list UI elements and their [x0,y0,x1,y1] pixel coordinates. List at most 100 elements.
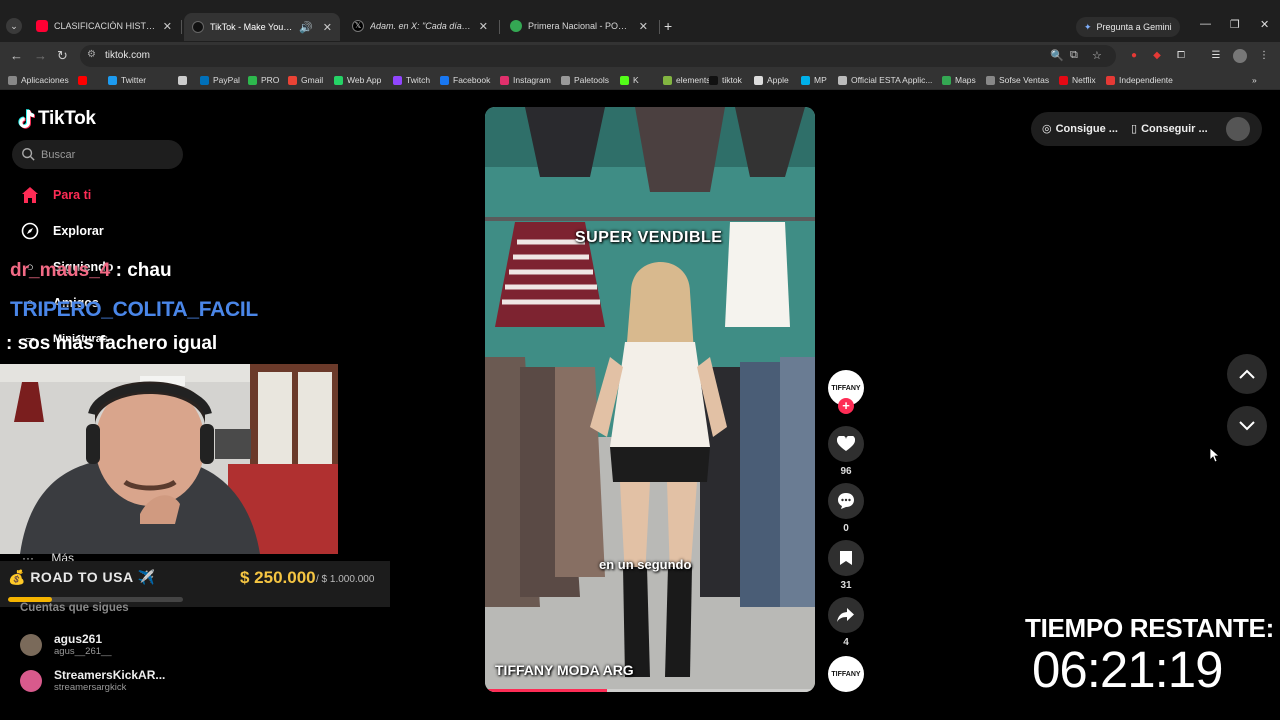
bookmark-item[interactable]: Twitter [108,74,146,86]
tiktok-logo[interactable]: TikTok [17,108,96,130]
bookmark-item[interactable]: Maps [942,74,976,86]
video-author[interactable]: TIFFANY MODA ARG [495,662,634,678]
bookmark-label: Twitch [406,75,431,85]
profile-avatar[interactable] [1233,49,1247,63]
browser-window: ⌄ CLASIFICACIÓN HISTÓRICA A C ✕ TikTok -… [0,0,1280,720]
tab-tiktok[interactable]: TikTok - Make Your Day 🔊 ✕ [184,13,340,41]
nav-label: Explorar [53,224,104,238]
avatar [20,670,42,692]
zoom-icon[interactable]: 🔍 [1050,49,1064,62]
search-box[interactable] [12,140,183,169]
get-coins-button[interactable]: ◎ Consigue ... [1042,122,1118,136]
coin-icon: ◎ [1042,123,1052,135]
save-button[interactable] [828,540,864,576]
bookmark-item[interactable]: Apple [754,74,789,86]
close-tab-icon[interactable]: ✕ [323,21,332,34]
chat-text: : chau [110,260,172,281]
bookmark-label: Aplicaciones [21,75,69,85]
bookmark-item[interactable]: tiktok [709,74,742,86]
address-bar[interactable]: ⚙ tiktok.com 🔍 ⧉ ☆ [80,45,1116,67]
bookmark-item[interactable]: Gmail [288,74,323,86]
bookmark-item[interactable]: Paletools [561,74,609,86]
bookmarks-overflow-icon[interactable]: » [1252,74,1257,86]
tab-search-button[interactable]: ⌄ [6,18,22,34]
close-tab-icon[interactable]: ✕ [479,20,488,33]
speaker-icon[interactable]: 🔊 [299,21,313,34]
gemini-button[interactable]: ✦ Pregunta a Gemini [1076,17,1180,37]
sound-avatar[interactable]: TIFFANY [828,656,864,692]
extensions-puzzle-icon[interactable]: ⧠ [1174,49,1188,63]
site-info-icon[interactable]: ⚙ [87,49,96,60]
forward-button[interactable]: → [34,48,47,63]
avatar [20,634,42,656]
bookmark-item[interactable] [78,74,91,86]
bookmark-item[interactable]: K [620,74,639,86]
bookmark-item[interactable] [178,74,191,86]
bookmark-icon [840,551,852,565]
share-button[interactable] [828,597,864,633]
tab-title: TikTok - Make Your Day [210,22,293,32]
followed-account[interactable]: agus261 agus__261__ [20,630,180,658]
bookmark-icon [1059,75,1068,85]
comment-count: 0 [843,523,849,534]
tab-x[interactable]: 𝕏 Adam. en X: "Cada día se va ne ✕ [344,14,496,38]
tab-title: Primera Nacional - POSICIONES [528,21,633,31]
video-player[interactable]: SUPER VENDIBLE en un segundo TIFFANY MOD… [485,107,815,692]
extension-icon[interactable]: ◆ [1150,49,1164,63]
donation-goal-banner: 💰 ROAD TO USA ✈️ $ 250.000 / $ 1.000.000 [0,561,390,607]
comment-button[interactable] [828,483,864,519]
tiktok-icon [192,21,204,33]
new-tab-button[interactable]: + [664,18,672,34]
bookmark-label: tiktok [722,75,742,85]
close-window-button[interactable]: ✕ [1260,18,1269,31]
like-button[interactable] [828,426,864,462]
tab-media-icon[interactable]: ☰ [1209,49,1223,63]
install-icon[interactable]: ⧉ [1070,49,1078,62]
bookmark-icon [78,75,87,85]
bookmark-item[interactable]: PayPal [200,74,240,86]
bookmark-item[interactable]: elements [663,74,711,86]
bookmark-icon [248,75,257,85]
bookmark-item[interactable]: Sofse Ventas [986,74,1049,86]
close-tab-icon[interactable]: ✕ [163,20,172,33]
next-video-button[interactable] [1227,406,1267,446]
bookmark-icon [942,75,951,85]
previous-video-button[interactable] [1227,354,1267,394]
minimize-button[interactable]: — [1200,18,1211,30]
bookmark-item[interactable]: Web App [334,74,381,86]
bookmark-item[interactable]: PRO [248,74,279,86]
nav-explorar[interactable]: Explorar [20,221,104,241]
bookmark-item[interactable]: Twitch [393,74,430,86]
bookmark-label: Netflix [1072,75,1096,85]
bookmark-item[interactable]: Independiente [1106,74,1173,86]
video-progress-bar[interactable] [485,689,815,692]
restore-button[interactable]: ❐ [1230,18,1240,31]
bookmark-label: Official ESTA Applic... [851,75,933,85]
bookmark-item[interactable]: MP [801,74,827,86]
get-app-button[interactable]: ▯ Conseguir ... [1131,122,1208,136]
reload-button[interactable]: ↻ [57,48,68,64]
bookmark-label: K [633,75,639,85]
user-avatar[interactable] [1226,117,1250,141]
bookmark-item[interactable]: Aplicaciones [8,74,69,86]
avatar-label: TIFFANY [831,670,861,678]
bookmark-label: PRO [261,75,280,85]
bookmark-item[interactable]: Netflix [1059,74,1096,86]
bookmark-item[interactable]: Facebook [440,74,490,86]
follow-plus-icon[interactable]: + [838,398,854,414]
bookmark-item[interactable]: Official ESTA Applic... [838,74,932,86]
nav-para-ti[interactable]: Para ti [20,185,91,205]
back-button[interactable]: ← [10,48,23,63]
bookmark-star-icon[interactable]: ☆ [1092,49,1102,62]
bookmark-item[interactable]: Instagram [500,74,551,86]
extension-icon[interactable]: ● [1127,49,1141,63]
followed-account[interactable]: StreamersKickAR... streamersargkick [20,666,180,694]
tab-clasificacion[interactable]: CLASIFICACIÓN HISTÓRICA A C ✕ [28,14,180,38]
tab-primera-nacional[interactable]: Primera Nacional - POSICIONES ✕ [502,14,656,38]
url-text[interactable]: tiktok.com [105,50,150,61]
close-tab-icon[interactable]: ✕ [639,20,648,33]
menu-kebab-icon[interactable]: ⋮ [1257,49,1271,63]
bookmark-label: Sofse Ventas [999,75,1050,85]
search-input[interactable] [41,146,176,164]
bookmark-icon [393,75,402,85]
